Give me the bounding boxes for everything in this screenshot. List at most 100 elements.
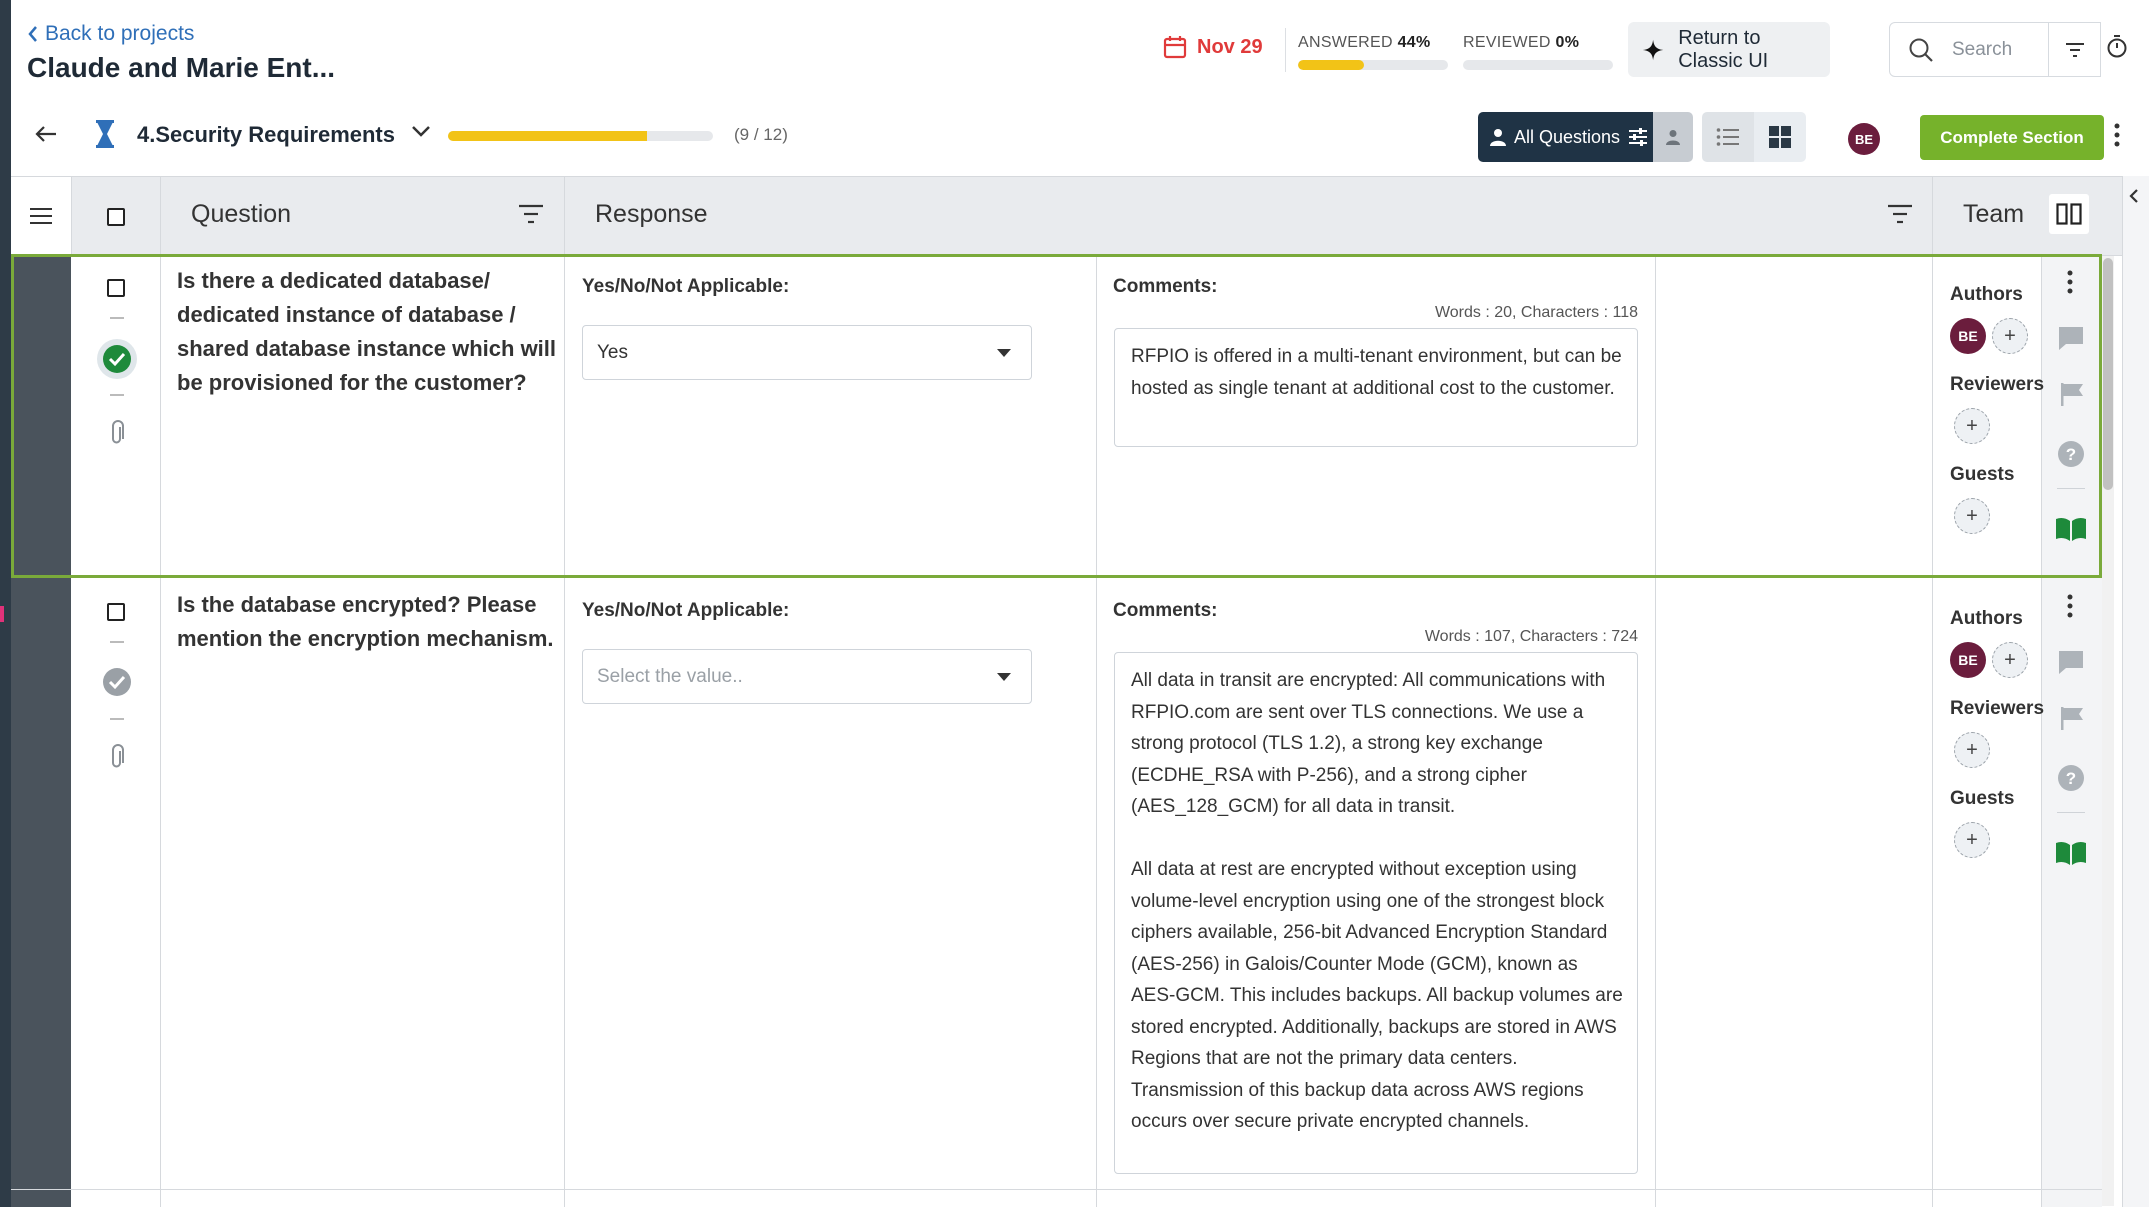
due-date: Nov 29 <box>1163 35 1263 59</box>
comment-textarea[interactable]: All data in transit are encrypted: All c… <box>1114 652 1638 1174</box>
guests-label: Guests <box>1950 788 2015 809</box>
more-vertical-icon <box>2114 123 2120 147</box>
section-progress-bar <box>448 131 713 141</box>
answered-progress-fill <box>1298 60 1364 70</box>
answered-progress-bar <box>1298 60 1448 70</box>
list-view-button[interactable] <box>1702 112 1754 162</box>
response-select-placeholder: Select the value.. <box>597 665 743 687</box>
attachment-button[interactable] <box>107 420 127 446</box>
due-date-value: Nov 29 <box>1197 35 1263 58</box>
question-text: Is there a dedicated database/ dedicated… <box>177 268 557 395</box>
comment-textarea[interactable]: RFPIO is offered in a multi-tenant envir… <box>1114 328 1638 447</box>
guests-label: Guests <box>1950 464 2015 485</box>
check-circle-icon <box>97 339 137 379</box>
answered-status-button[interactable] <box>96 338 138 380</box>
library-button[interactable] <box>2055 840 2087 866</box>
divider <box>110 394 124 396</box>
timer-button[interactable] <box>2106 34 2128 58</box>
divider <box>110 641 124 643</box>
answered-percent: 44% <box>1397 34 1431 51</box>
section-progress-count: (9 / 12) <box>734 125 788 144</box>
menu-toggle-button[interactable] <box>11 177 71 254</box>
divider <box>110 317 124 319</box>
add-guest-button[interactable]: + <box>1954 822 1990 858</box>
section-more-options-button[interactable] <box>2113 122 2121 148</box>
filter-icon <box>2065 42 2084 57</box>
arrow-left-icon <box>35 126 56 142</box>
search-input[interactable]: Search <box>1889 22 2049 77</box>
header-filter-button[interactable] <box>2049 22 2101 77</box>
filter-icon <box>1888 204 1912 224</box>
add-guest-button[interactable]: + <box>1954 498 1990 534</box>
right-panel-collapsed <box>2122 176 2149 1207</box>
reviewed-label: REVIEWED <box>1463 34 1551 51</box>
person-icon <box>1666 130 1680 145</box>
answered-stat: ANSWERED 44% <box>1298 34 1448 70</box>
reviewed-percent: 0% <box>1555 34 1580 51</box>
section-dropdown-toggle[interactable] <box>411 124 431 138</box>
reviewed-progress-bar <box>1463 60 1613 70</box>
user-avatar[interactable]: BE <box>1848 123 1880 155</box>
chat-bubble-icon <box>2059 651 2083 674</box>
grid-view-button[interactable] <box>1754 112 1806 162</box>
return-to-classic-ui-button[interactable]: Return to Classic UI <box>1628 22 1830 77</box>
select-all-checkbox[interactable] <box>107 208 125 226</box>
comment-button[interactable] <box>2057 325 2085 351</box>
reviewers-label: Reviewers <box>1950 698 2045 719</box>
section-name: 4.Security Requirements <box>137 122 395 147</box>
answered-status-button[interactable] <box>100 665 134 699</box>
project-title: Claude and Marie Ent... <box>27 52 336 83</box>
hourglass-icon <box>95 120 115 148</box>
scrollbar-thumb[interactable] <box>2103 258 2113 490</box>
divider <box>110 718 124 720</box>
list-icon <box>1716 128 1739 146</box>
word-count: Words : 20, Characters : 118 <box>1434 304 1638 321</box>
reviewers-label: Reviewers <box>1950 374 2045 395</box>
flag-button[interactable] <box>2059 705 2085 731</box>
all-questions-filter-button[interactable]: All Questions <box>1478 112 1653 162</box>
library-button[interactable] <box>2055 516 2087 542</box>
add-author-button[interactable]: + <box>1992 318 2028 354</box>
add-reviewer-button[interactable]: + <box>1954 408 1990 444</box>
expand-panel-button[interactable] <box>2128 188 2140 204</box>
word-count: Words : 107, Characters : 724 <box>1424 628 1638 645</box>
filter-icon <box>519 204 543 224</box>
open-book-icon <box>2056 841 2086 865</box>
all-questions-label: All Questions <box>1514 126 1621 147</box>
flag-button[interactable] <box>2059 381 2085 407</box>
divider <box>2057 488 2085 489</box>
comments-label: Comments: <box>1113 600 1218 621</box>
help-button[interactable]: ? <box>2057 440 2085 468</box>
attachment-button[interactable] <box>107 744 127 770</box>
row-checkbox[interactable] <box>107 279 125 297</box>
back-to-projects-link[interactable]: Back to projects <box>27 22 194 46</box>
search-icon <box>1909 38 1933 62</box>
divider <box>160 177 161 254</box>
question-circle-icon: ? <box>2058 441 2084 467</box>
svg-text:?: ? <box>2066 769 2076 788</box>
help-button[interactable]: ? <box>2057 764 2085 792</box>
back-arrow-button[interactable] <box>34 124 58 144</box>
reviewed-stat: REVIEWED 0% <box>1463 34 1613 70</box>
complete-section-button[interactable]: Complete Section <box>1920 115 2104 160</box>
add-author-button[interactable]: + <box>1992 642 2028 678</box>
authors-label: Authors <box>1950 608 2023 629</box>
comment-button[interactable] <box>2057 649 2085 675</box>
question-filter-button[interactable] <box>518 204 544 224</box>
more-vertical-icon <box>2067 594 2073 618</box>
column-layout-button[interactable] <box>2049 194 2089 234</box>
assignee-filter-button[interactable] <box>1653 112 1693 162</box>
question-text: Is the database encrypted? Please mentio… <box>177 592 554 651</box>
response-filter-button[interactable] <box>1887 204 1913 224</box>
author-avatar[interactable]: BE <box>1950 642 1986 678</box>
comments-label: Comments: <box>1113 276 1218 297</box>
row-more-options-button[interactable] <box>2066 594 2074 618</box>
author-avatar[interactable]: BE <box>1950 318 1986 354</box>
left-edge-strip <box>0 0 11 1207</box>
response-select[interactable]: Yes <box>582 325 1032 380</box>
response-select[interactable]: Select the value.. <box>582 649 1032 704</box>
row-more-options-button[interactable] <box>2066 270 2074 294</box>
add-reviewer-button[interactable]: + <box>1954 732 1990 768</box>
sliders-icon <box>1629 128 1648 146</box>
row-checkbox[interactable] <box>107 603 125 621</box>
